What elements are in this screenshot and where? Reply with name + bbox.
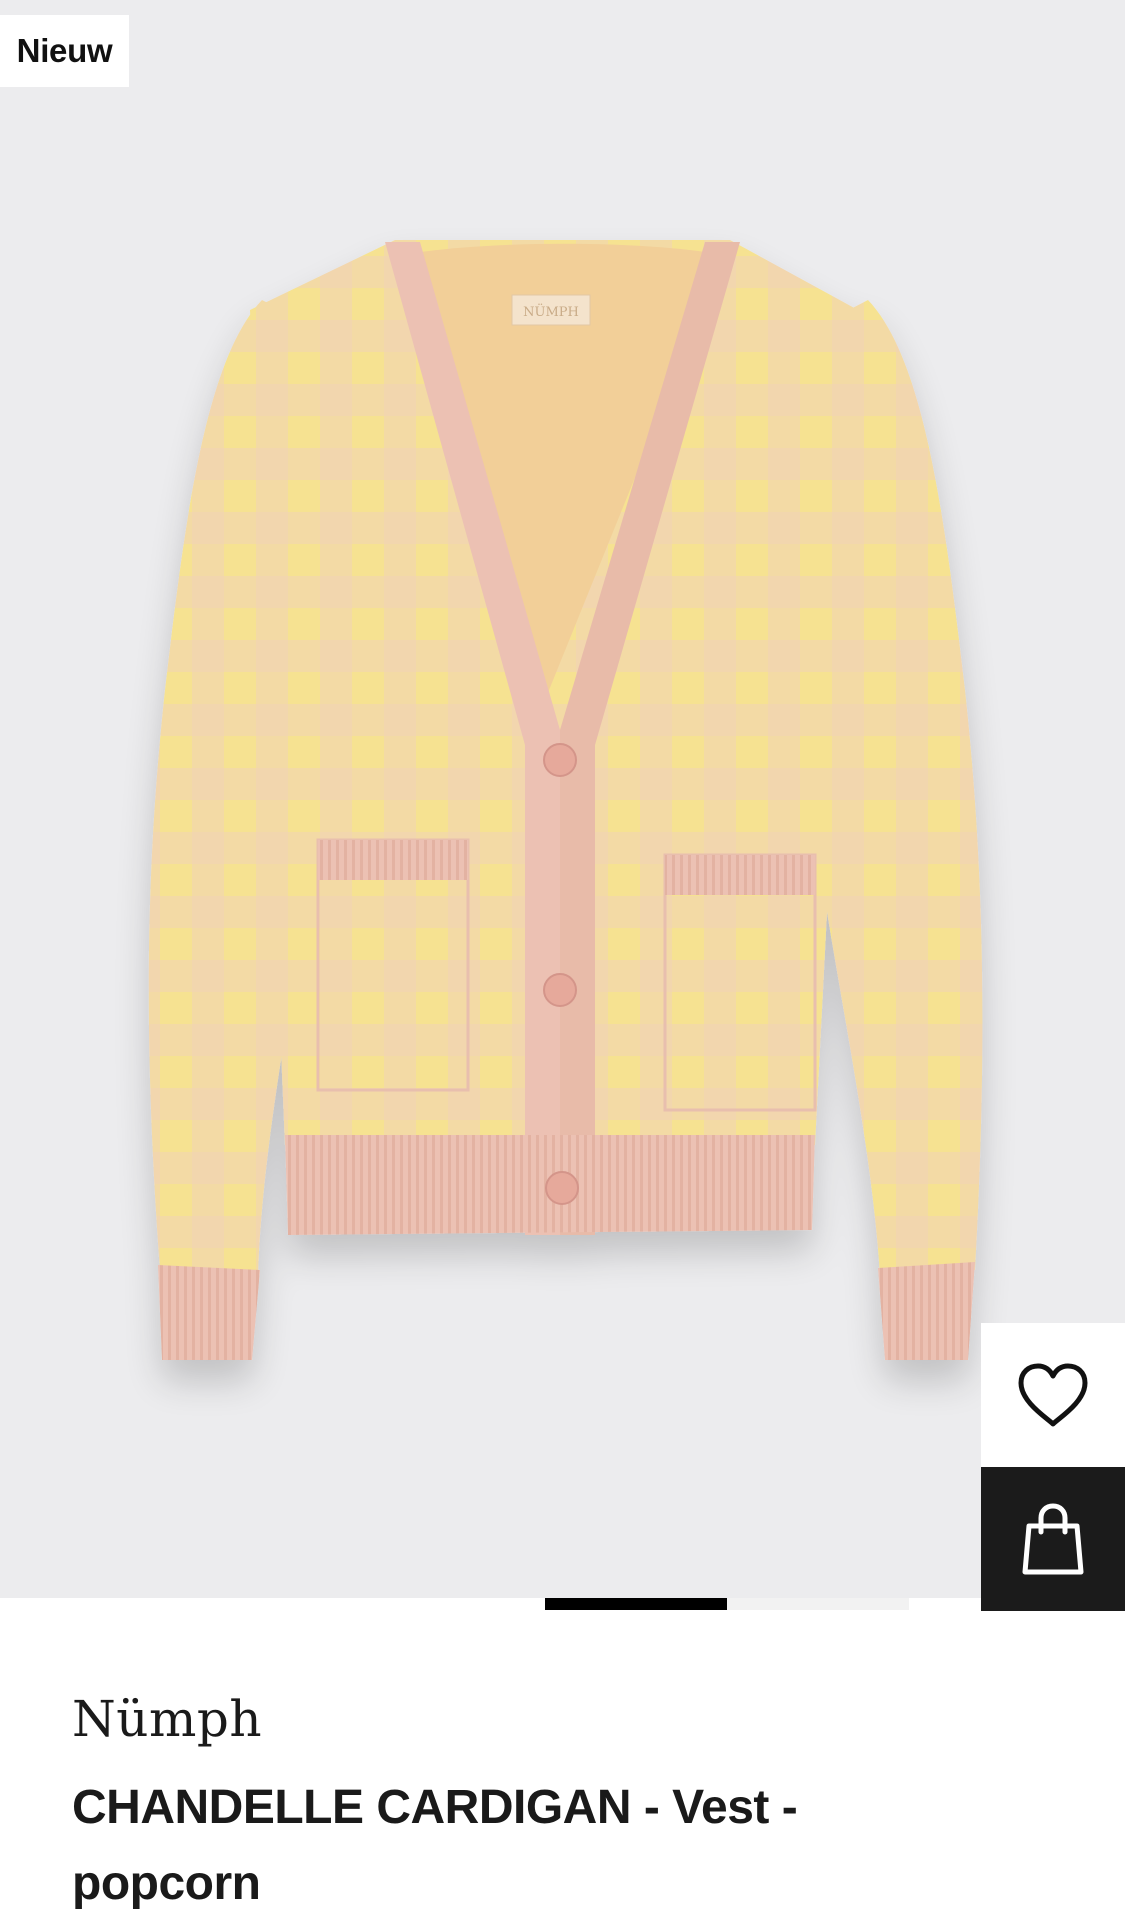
new-badge: Nieuw — [0, 15, 129, 87]
garment-label-text: NÜMPH — [523, 303, 579, 320]
cardigan-image[interactable]: NÜMPH — [0, 0, 1125, 1598]
image-carousel-indicator — [545, 1598, 909, 1610]
add-to-bag-button[interactable] — [981, 1467, 1125, 1611]
product-title: CHANDELLE CARDIGAN - Vest - popcorn — [72, 1781, 798, 1910]
wishlist-button[interactable] — [981, 1323, 1125, 1467]
product-image-gallery[interactable]: NÜMPH Nieuw — [0, 0, 1125, 1598]
cardigan-garment: NÜMPH — [148, 240, 983, 1360]
carousel-active-indicator — [545, 1598, 727, 1610]
product-brand[interactable]: Nümph — [72, 1690, 262, 1748]
heart-icon — [1018, 1363, 1088, 1427]
shopping-bag-icon — [1022, 1503, 1084, 1575]
